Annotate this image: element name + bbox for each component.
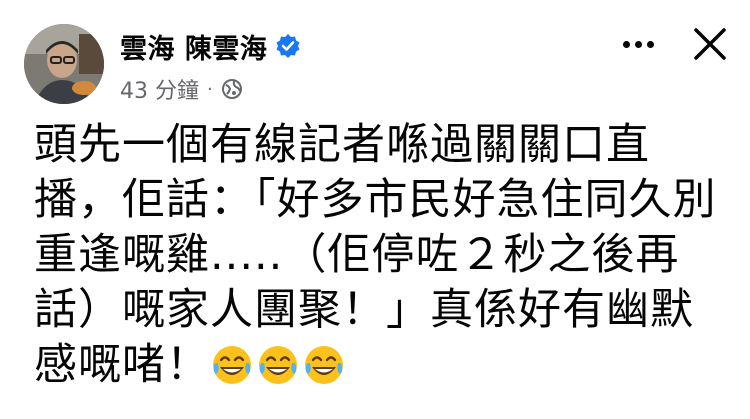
avatar[interactable] [24,24,104,104]
more-dot [634,40,642,48]
emoji-group [210,340,348,390]
globe-icon [221,78,243,100]
post-timestamp[interactable]: 43 分鐘 [120,73,199,105]
author-row: 雲海 陳雲海 [120,26,301,66]
post-body: 頭先一個有線記者喺過關關口直播，佢話：「好多市民好急住同久別重逢嘅雞.....（… [34,118,724,393]
joy-emoji [302,343,346,387]
meta-separator: · [207,78,213,100]
post-meta: 43 分鐘 · [120,74,243,104]
verified-badge-icon [275,33,301,59]
post-header: 雲海 陳雲海 43 分鐘 · [0,0,750,110]
post-body-text: 頭先一個有線記者喺過關關口直播，佢話：「好多市民好急住同久別重逢嘅雞.....（… [34,120,717,390]
more-options-icon[interactable] [608,22,668,66]
more-dot [646,40,654,48]
close-icon[interactable] [688,22,732,66]
more-dot [622,40,630,48]
joy-emoji [256,343,300,387]
joy-emoji [210,343,254,387]
author-name[interactable]: 雲海 陳雲海 [120,27,267,66]
avatar-photo [24,24,104,104]
